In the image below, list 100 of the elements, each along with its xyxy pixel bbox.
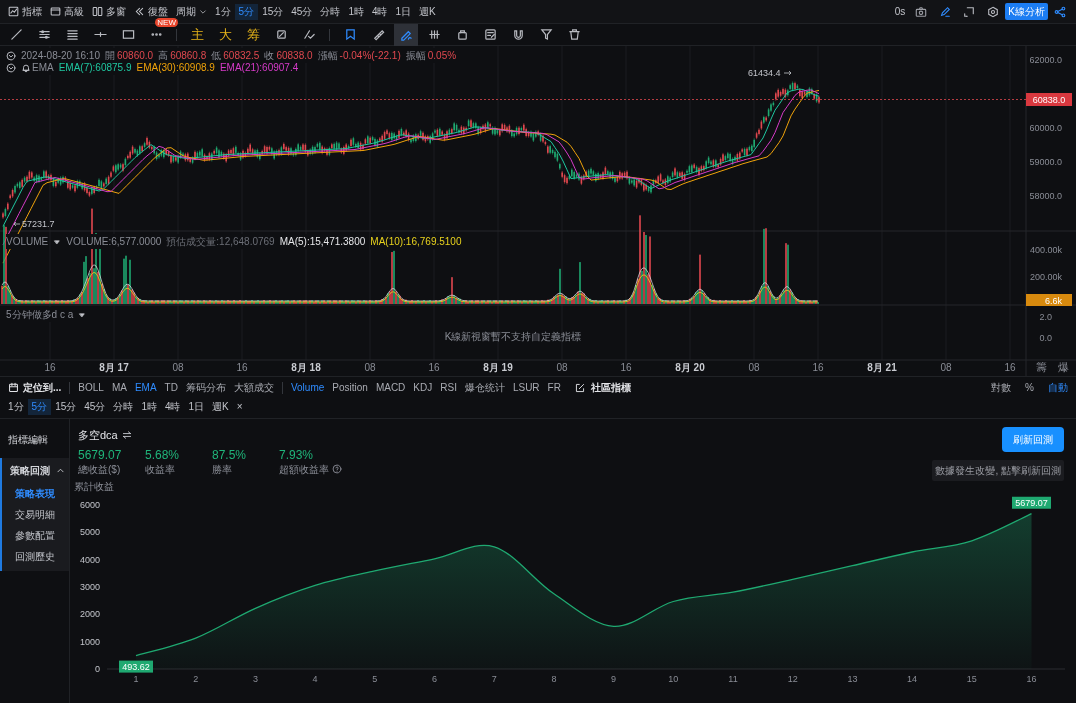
sidebar-item[interactable]: 參數配置: [2, 525, 69, 546]
x-axis-label: 3: [252, 674, 258, 684]
period-tab[interactable]: 5分: [234, 3, 259, 20]
indicator-tab[interactable]: BOLL: [74, 380, 108, 395]
indicator-tab[interactable]: EMA: [130, 380, 161, 395]
low-price-label: 57231.7: [22, 219, 55, 229]
menu-button[interactable]: 高級: [46, 3, 88, 20]
sidebar-group[interactable]: 策略回測: [2, 458, 69, 483]
stat-label: 超額收益率: [279, 462, 329, 477]
settings-icon[interactable]: [987, 5, 1000, 18]
x-axis-label: 2: [193, 674, 199, 684]
arrow-icon: [783, 70, 792, 76]
legend-value: -0.04%(-22.1): [339, 48, 401, 63]
bell-icon[interactable]: [21, 62, 31, 73]
period-tab[interactable]: 1時: [137, 399, 161, 415]
x-axis-label: 10: [668, 674, 679, 684]
rewind-icon: [134, 6, 145, 17]
indicator-tab[interactable]: RSI: [436, 380, 461, 395]
menu-button[interactable]: 復盤: [130, 3, 172, 20]
sidebar-item[interactable]: 指標編輯: [0, 427, 69, 452]
community-button[interactable]: 社區指標: [570, 380, 635, 395]
bookmark-icon: [343, 28, 357, 41]
sidebar-item[interactable]: 策略表現: [2, 483, 69, 504]
period-tab[interactable]: 4時: [160, 399, 185, 415]
legend-name: EMA: [32, 60, 54, 75]
ruler-icon: [371, 28, 385, 41]
indicator-tool[interactable]: 大: [213, 23, 237, 46]
ema-value: EMA(30):60908.9: [136, 60, 215, 75]
sidebar-item[interactable]: 交易明細: [2, 504, 69, 525]
indicator-tab[interactable]: FR: [543, 380, 565, 395]
indicator-tab[interactable]: MACD: [371, 380, 410, 395]
camera-icon[interactable]: [915, 5, 928, 18]
stat-label: 勝率: [212, 462, 232, 477]
price-axis-label: 59000.0: [1029, 157, 1062, 167]
indicator-tab[interactable]: 大額成交: [229, 380, 278, 395]
volume-tag: 6.6k: [1026, 294, 1072, 306]
y-axis-label: 5000: [79, 527, 100, 538]
sidebar-item[interactable]: 回測歷史: [2, 546, 69, 567]
scale-option[interactable]: 對數: [987, 380, 1016, 395]
indicator-tool[interactable]: 筹: [241, 23, 265, 46]
window-icon: [50, 6, 61, 17]
caret-icon[interactable]: [78, 310, 87, 319]
period-tab[interactable]: 1時: [344, 3, 368, 20]
swap-icon[interactable]: [121, 430, 132, 441]
analysis-button[interactable]: K線分析: [1005, 3, 1048, 20]
y-axis-label: 3000: [79, 582, 100, 592]
period-tab[interactable]: 分時: [109, 399, 138, 415]
time-axis-label: 8月 21: [867, 362, 897, 373]
x-axis-label: 1: [133, 674, 139, 684]
period-tab[interactable]: 15分: [51, 399, 81, 415]
indicator-message: K線新視窗暫不支持自定義指標: [444, 331, 582, 342]
locate-button[interactable]: 定位到...: [4, 380, 66, 395]
scale-option[interactable]: %: [1021, 380, 1038, 395]
indicator-tab[interactable]: 爆仓统计: [460, 380, 509, 395]
period-tab[interactable]: 45分: [80, 399, 110, 415]
axis-title: 累計收益: [74, 481, 114, 492]
panels-icon: [92, 6, 103, 17]
period-tab[interactable]: 1日: [391, 3, 416, 20]
period-tab[interactable]: 1日: [184, 399, 209, 415]
caret-icon[interactable]: [53, 237, 62, 246]
indicator-tab[interactable]: KDJ: [409, 380, 437, 395]
edit-icon: [574, 382, 585, 393]
price-axis-label: 58000.0: [1029, 191, 1062, 201]
collapse-icon[interactable]: [6, 62, 16, 73]
menu-button[interactable]: 多窗: [88, 3, 130, 20]
collapse-icon[interactable]: [6, 50, 16, 61]
scale-option[interactable]: 自動: [1044, 380, 1072, 395]
notice-text: 數據發生改變, 點擊刷新回測: [932, 460, 1064, 481]
period-tab[interactable]: 1分: [4, 399, 28, 415]
period-tab[interactable]: 4時: [367, 3, 392, 20]
period-tab[interactable]: 週K: [415, 3, 440, 20]
indicator-tool[interactable]: 主: [185, 23, 209, 46]
period-tab[interactable]: 1分: [211, 3, 235, 20]
y-axis-label: 0: [95, 664, 100, 674]
chart-icon: [8, 6, 19, 17]
indicator-tab[interactable]: TD: [160, 380, 182, 395]
stat-value: 5679.07: [78, 447, 123, 462]
indicator-tab[interactable]: MA: [107, 380, 131, 395]
indicator-tab[interactable]: Position: [328, 380, 372, 395]
pencil-icon[interactable]: [939, 5, 952, 18]
period-tab[interactable]: 5分: [27, 399, 52, 415]
period-tab[interactable]: 15分: [258, 3, 288, 20]
y-axis-label: 4000: [79, 554, 100, 565]
period-tab[interactable]: 45分: [287, 3, 317, 20]
time-axis-label: 08: [748, 362, 760, 373]
stat-value: 87.5%: [212, 447, 248, 462]
indicator-tab[interactable]: LSUR: [508, 380, 544, 395]
high-price-label: 61434.4: [748, 68, 781, 78]
expand-icon[interactable]: [963, 5, 976, 18]
indicator-tab[interactable]: 筹码分布: [181, 380, 230, 395]
period-menu[interactable]: 周期: [172, 3, 211, 20]
indicator-tab[interactable]: Volume: [286, 380, 329, 395]
close-button[interactable]: ×: [232, 399, 247, 415]
share-icon[interactable]: [1054, 5, 1066, 18]
period-tab[interactable]: 分時: [316, 3, 345, 20]
drawing-tool[interactable]: [394, 23, 418, 46]
period-tab[interactable]: 週K: [208, 399, 233, 415]
menu-button[interactable]: 指標: [4, 3, 46, 20]
help-icon[interactable]: [332, 464, 342, 475]
legend-label: 振幅: [405, 48, 426, 63]
